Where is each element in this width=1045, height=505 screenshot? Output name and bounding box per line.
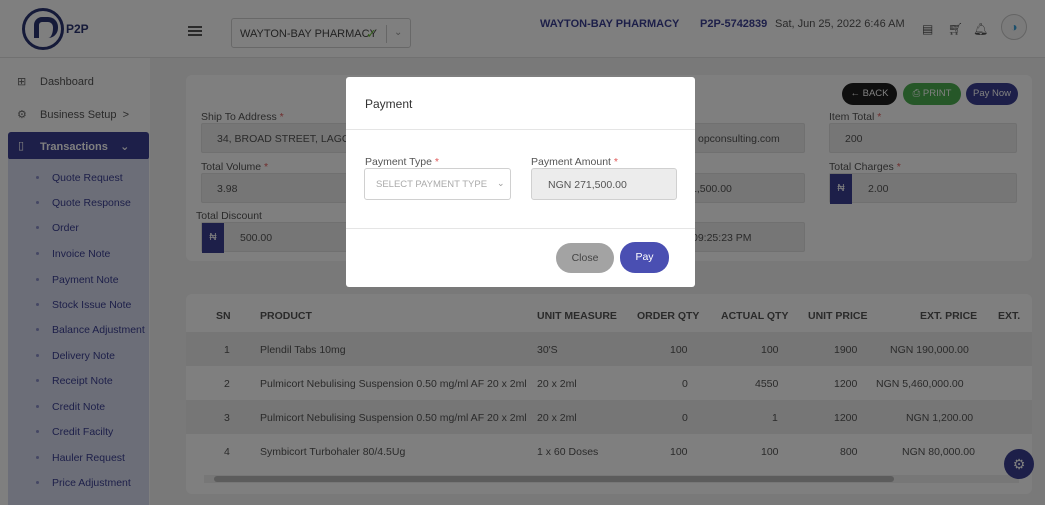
payment-modal: Payment Payment Type * SELECT PAYMENT TY… — [346, 77, 695, 287]
payment-amount-field[interactable]: NGN 271,500.00 — [531, 168, 677, 200]
payment-type-select[interactable]: SELECT PAYMENT TYPE ⌄ — [364, 168, 511, 200]
close-button[interactable]: Close — [556, 243, 614, 273]
divider — [346, 228, 695, 229]
divider — [346, 129, 695, 130]
modal-title: Payment — [365, 97, 413, 111]
pay-button[interactable]: Pay — [620, 242, 669, 273]
chevron-down-icon: ⌄ — [497, 178, 505, 188]
payment-amount-label: Payment Amount * — [531, 156, 618, 168]
payment-type-label: Payment Type * — [365, 156, 439, 168]
payment-type-placeholder: SELECT PAYMENT TYPE — [376, 179, 488, 190]
